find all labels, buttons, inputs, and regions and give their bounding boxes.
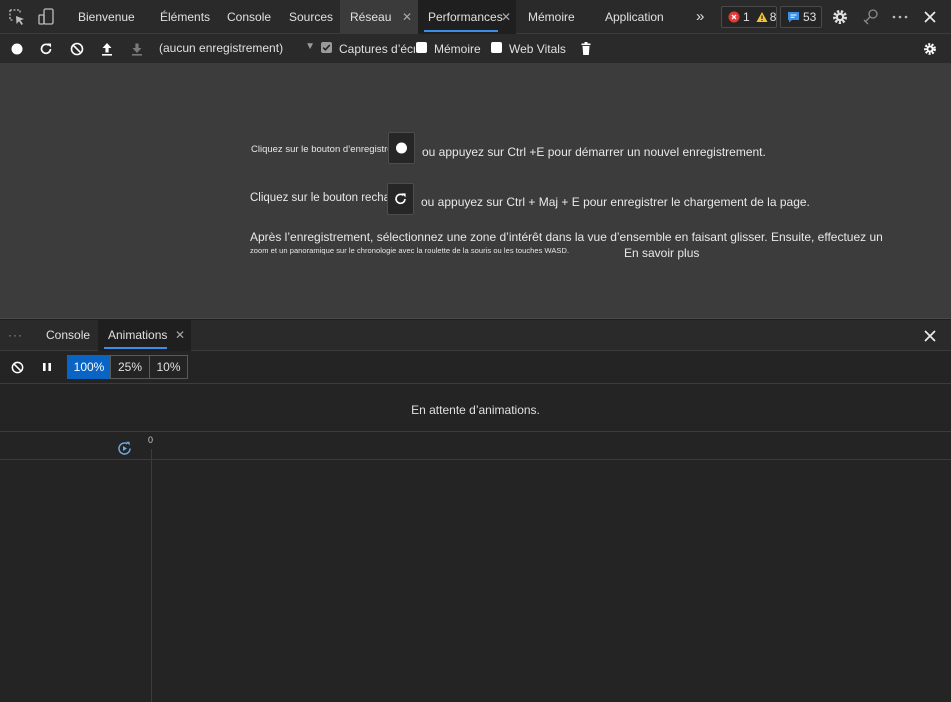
warning-count: 8 [769, 10, 777, 24]
tab-label: Performances [428, 10, 503, 24]
speed-10-button[interactable]: 10% [149, 355, 188, 379]
tab-console[interactable]: Console [227, 0, 271, 34]
reload-record-icon[interactable] [38, 41, 54, 57]
upload-profile-icon[interactable] [99, 41, 115, 57]
after-recording-text-line2: zoom et un panoramique sur le chronologi… [250, 246, 570, 255]
tab-label: Animations [108, 328, 168, 342]
tab-label: Réseau [350, 10, 392, 24]
drawer-more-icon[interactable]: ··· [8, 320, 23, 351]
tab-label: Application [605, 10, 664, 24]
download-profile-icon[interactable] [129, 41, 145, 57]
tab-label: Éléments [160, 10, 211, 24]
web-vitals-checkbox[interactable] [491, 42, 502, 53]
tab-label: Bienvenue [78, 10, 135, 24]
tab-application[interactable]: Application [605, 0, 664, 34]
close-icon[interactable]: ✕ [402, 0, 412, 34]
tab-label: Console [227, 10, 272, 24]
clear-icon[interactable] [69, 41, 85, 57]
animations-toolbar: 100% 25% 10% [0, 351, 951, 384]
memory-label: Mémoire [434, 42, 481, 56]
tab-label: Mémoire [528, 10, 575, 24]
reload-instruction-suffix: ou appuyez sur Ctrl + Maj + E pour enreg… [421, 195, 810, 209]
timeline-grid-line [151, 460, 152, 702]
replay-timeline-icon[interactable] [116, 440, 133, 457]
waiting-animations-message: En attente d’animations. [411, 403, 540, 417]
web-vitals-label: Web Vitals [509, 42, 566, 56]
record-icon[interactable] [9, 41, 25, 57]
speed-100-button[interactable]: 100% [67, 355, 111, 379]
inline-record-button[interactable] [388, 132, 415, 164]
tab-label: Console [46, 328, 91, 342]
active-tab-indicator [104, 347, 167, 349]
record-instruction-suffix: ou appuyez sur Ctrl +E pour démarrer un … [422, 145, 766, 159]
animation-timeline-header: 0 [0, 432, 951, 460]
message-count: 53 [803, 10, 817, 24]
drawer-tab-animations[interactable]: Animations ✕ [98, 320, 191, 351]
active-tab-indicator [424, 30, 498, 32]
message-icon [787, 11, 800, 23]
tab-sources[interactable]: Sources [289, 0, 333, 34]
close-icon[interactable]: ✕ [175, 320, 185, 351]
recording-select-value: (aucun enregistrement) [159, 41, 284, 55]
device-emulation-icon[interactable] [36, 7, 56, 27]
learn-more-link[interactable]: En savoir plus [624, 246, 699, 260]
chevron-down-icon: ▼ [305, 41, 315, 52]
pause-icon[interactable] [40, 360, 54, 374]
drawer-tab-console[interactable]: Console [46, 320, 90, 351]
warning-icon [756, 11, 768, 23]
animation-timeline-body [0, 460, 951, 702]
timeline-grid-line [151, 449, 152, 460]
record-instruction-prefix: Cliquez sur le bouton d’enregistrement [251, 144, 391, 155]
tab-reseau[interactable]: Réseau ✕ [340, 0, 418, 34]
connected-devices-icon[interactable] [861, 7, 881, 27]
close-devtools-icon[interactable] [920, 7, 940, 27]
recording-select[interactable]: (aucun enregistrement) ▼ [159, 41, 315, 58]
speed-25-button[interactable]: 25% [110, 355, 150, 379]
performance-landing-panel: Cliquez sur le bouton d’enregistrement o… [0, 64, 951, 319]
reload-instruction-prefix: Cliquez sur le bouton recharger [250, 192, 392, 204]
messages-badge[interactable]: 53 [780, 6, 822, 28]
timeline-zero-label: 0 [148, 435, 154, 445]
memory-checkbox[interactable] [416, 42, 427, 53]
inline-reload-button[interactable] [387, 183, 414, 215]
animations-status-bar: En attente d’animations. [0, 384, 951, 432]
close-icon[interactable]: ✕ [501, 0, 511, 34]
close-drawer-icon[interactable] [920, 326, 940, 346]
tab-elements[interactable]: Éléments [160, 0, 210, 34]
screenshots-label: Captures d’écran [339, 42, 415, 56]
capture-settings-gear-icon[interactable] [922, 41, 938, 57]
main-tab-bar: Bienvenue Éléments Console Sources Résea… [0, 0, 951, 34]
performance-toolbar: (aucun enregistrement) ▼ Captures d’écra… [0, 34, 951, 64]
more-options-icon[interactable] [890, 7, 910, 27]
tab-bienvenue[interactable]: Bienvenue [78, 0, 135, 34]
error-count: 1 [743, 10, 750, 24]
tab-memoire[interactable]: Mémoire [528, 0, 575, 34]
error-icon [728, 11, 740, 23]
issues-badge[interactable]: 1 8 [721, 6, 777, 28]
tab-performances[interactable]: Performances ✕ [418, 0, 516, 34]
clear-animations-icon[interactable] [10, 360, 25, 375]
tab-label: Sources [289, 10, 334, 24]
screenshots-checkbox[interactable] [321, 42, 332, 53]
delete-trash-icon[interactable] [578, 41, 594, 57]
more-tabs-icon[interactable]: » [696, 0, 704, 34]
after-recording-text-line1: Après l’enregistrement, sélectionnez une… [250, 230, 883, 244]
inspect-element-icon[interactable] [7, 7, 27, 27]
settings-gear-icon[interactable] [830, 7, 850, 27]
drawer-tab-bar: ··· Console Animations ✕ [0, 320, 951, 351]
